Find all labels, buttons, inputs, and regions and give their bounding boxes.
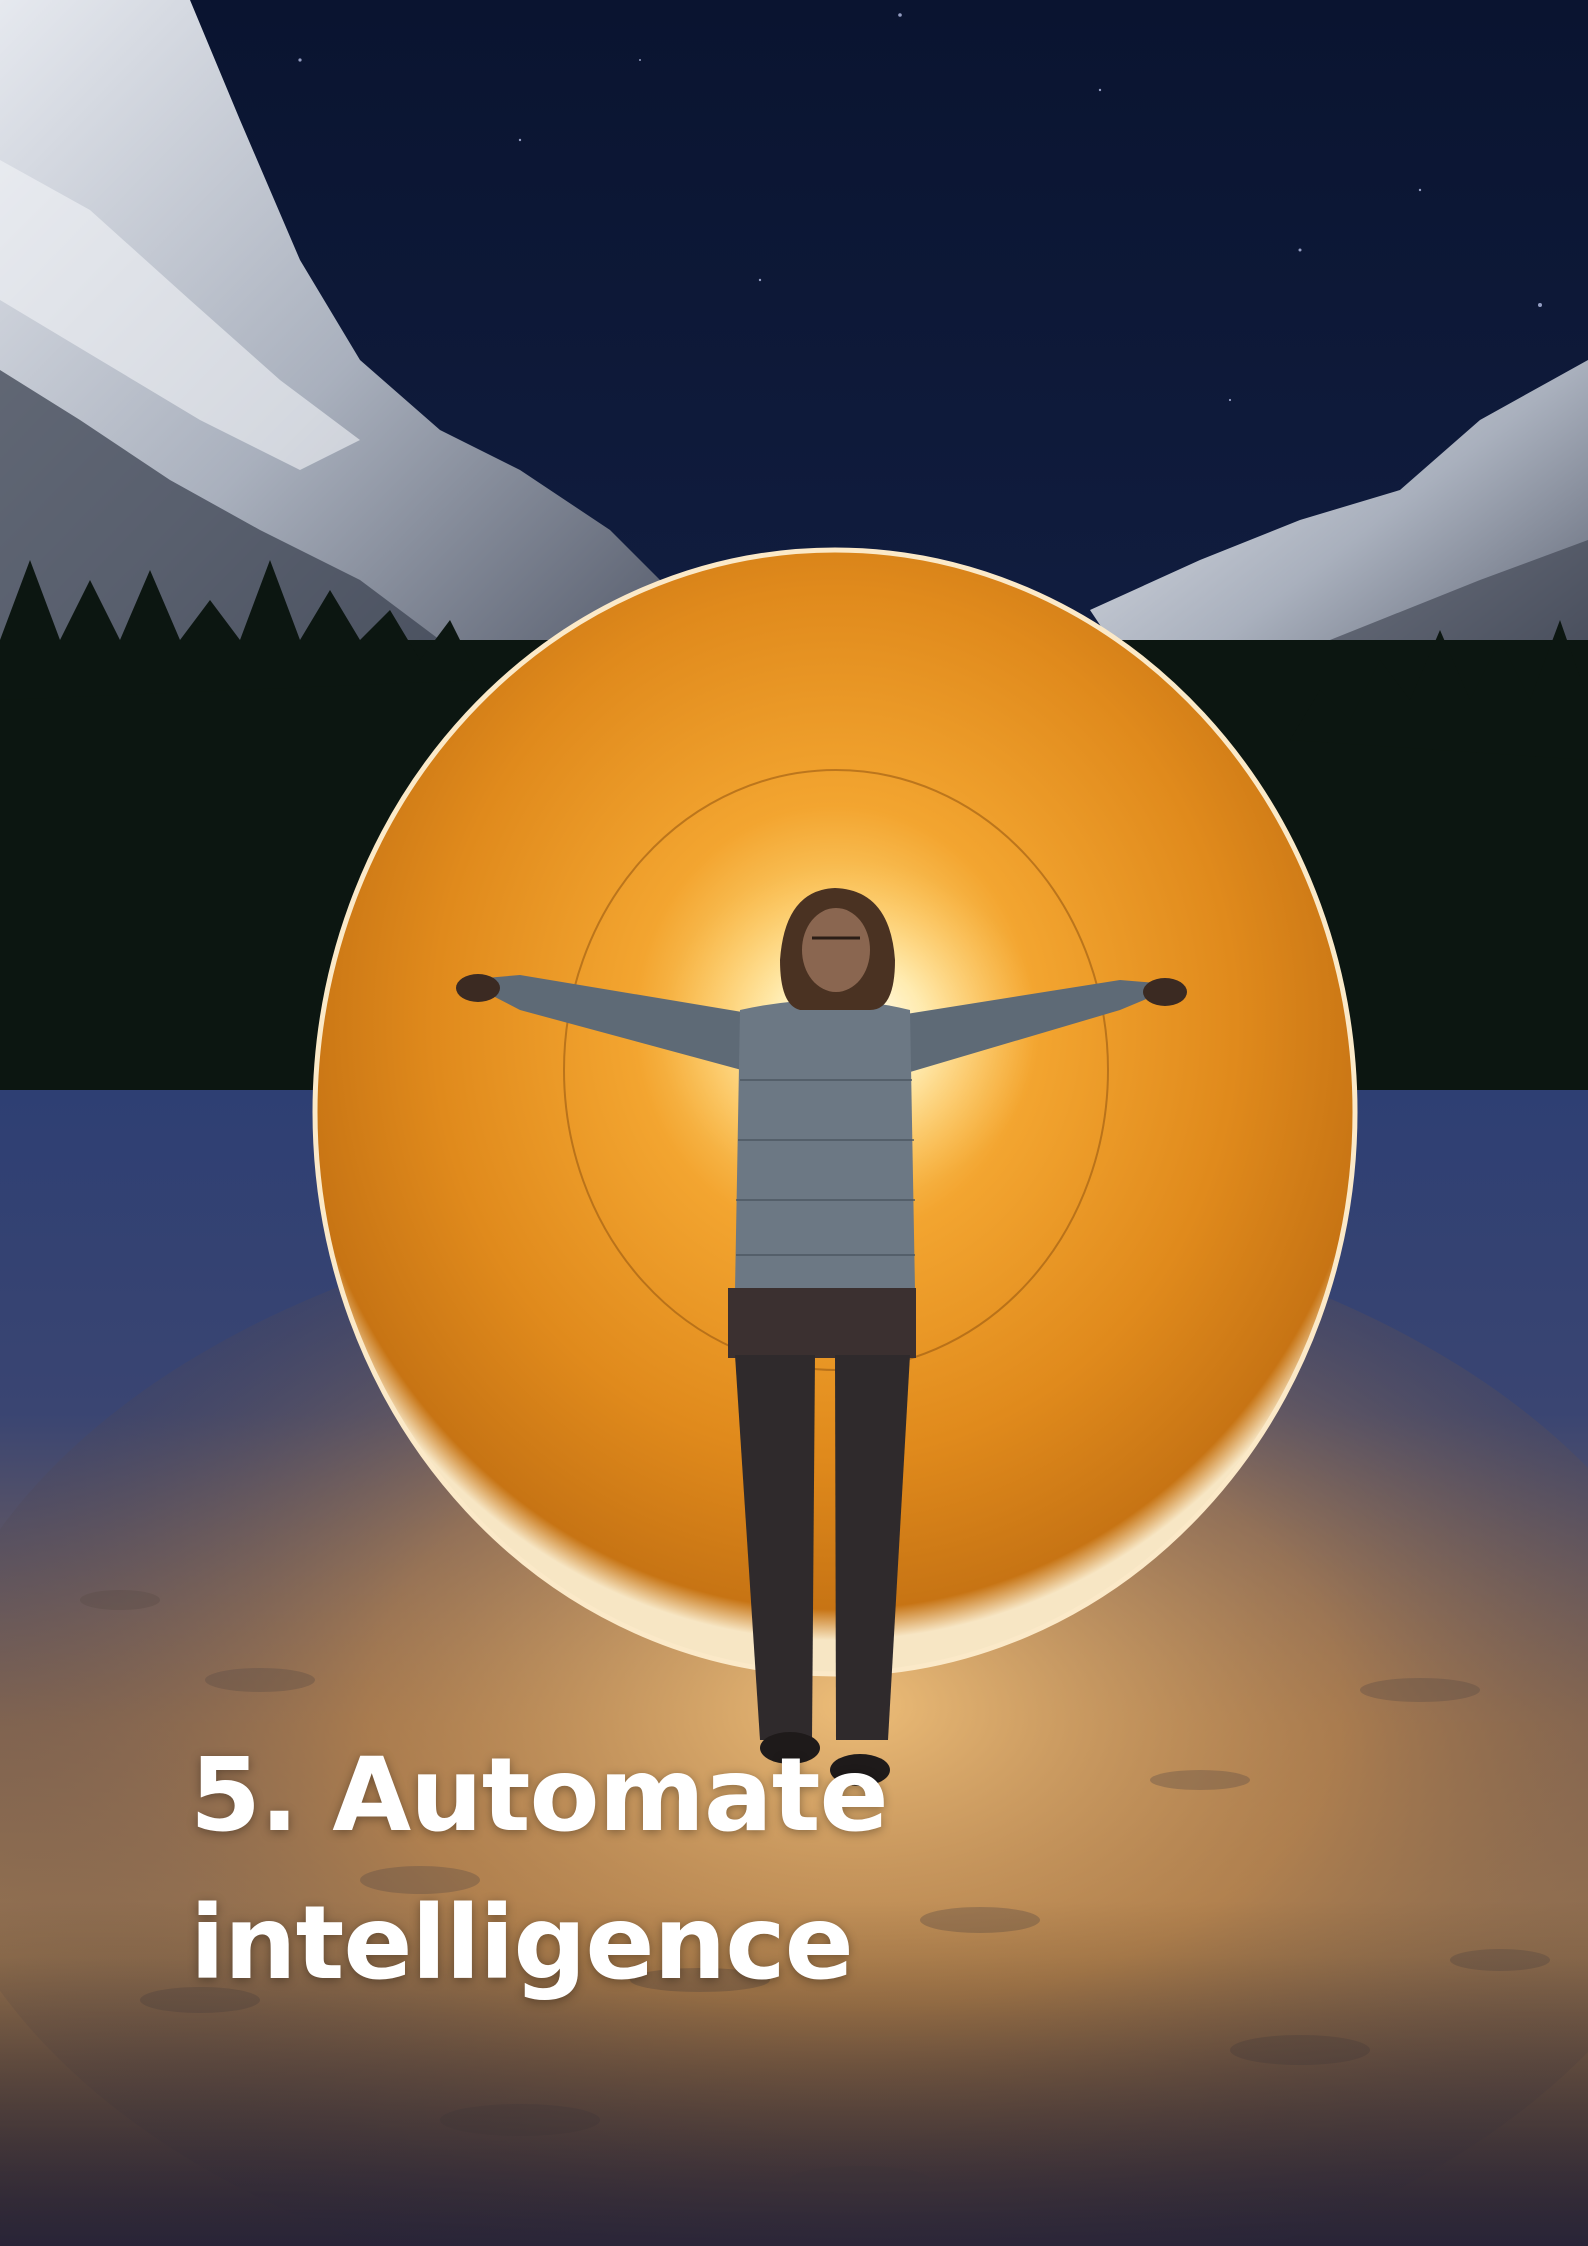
page-heading: 5. Automate intelligence	[190, 1722, 1390, 2018]
document-page: 5. Automate intelligence	[0, 0, 1588, 2246]
heading-line-2: intelligence	[190, 1884, 854, 2003]
heading-line-1: 5. Automate	[190, 1736, 889, 1855]
